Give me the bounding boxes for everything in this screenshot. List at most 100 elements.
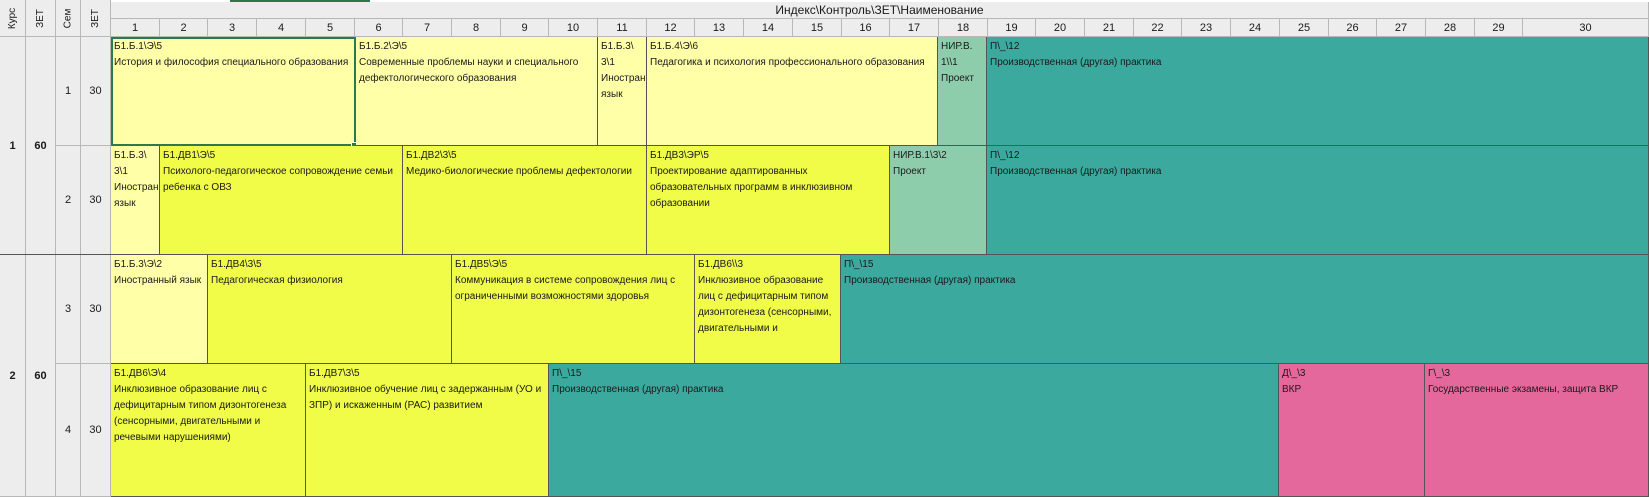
week-header-cell[interactable]: 28 [1426,19,1475,37]
discipline-block[interactable]: Б1.Б.1\Э\5 История и философия специальн… [111,37,356,146]
research-name: 1\\1 Проект [941,57,974,84]
semester-1-number: 1 [64,85,72,97]
week-header-cell[interactable]: 21 [1085,19,1134,37]
discipline-block[interactable]: Б1.ДВ3\ЭР\5 Проектирование адаптированны… [647,146,890,255]
discipline-code: Б1.Б.3\ [114,150,147,161]
discipline-name: Иностранный язык [114,275,202,286]
header-title[interactable]: Индекс\Контроль\ЗЕТ\Наименование [111,2,1649,19]
week-header-cell[interactable]: 14 [744,19,793,37]
week-header-cell[interactable]: 27 [1377,19,1426,37]
discipline-name: Психолого-педагогическое сопровождение с… [163,166,396,193]
week-header-cell[interactable]: 4 [257,19,306,37]
semester-4-zet[interactable]: 30 [81,364,111,497]
practice-block[interactable]: П\_\12 Производственная (другая) практик… [987,146,1649,255]
week-header-cell[interactable]: 12 [647,19,695,37]
header-zet-sem[interactable]: ЗЕТ [81,0,111,37]
course-2-cell[interactable]: 2 [0,255,26,497]
research-code: НИР.В. [941,41,973,52]
week-header-cell[interactable]: 7 [403,19,452,37]
discipline-name: 3\1 Иностранный язык [601,57,646,100]
discipline-name: Коммуникация в системе сопровождения лиц… [455,275,678,302]
header-zet[interactable]: ЗЕТ [26,0,56,37]
discipline-name: Проектирование адаптированных образовате… [650,166,856,209]
semester-3-zet[interactable]: 30 [81,255,111,364]
week-header-cell[interactable]: 26 [1329,19,1377,37]
semester-2-zet-value: 30 [89,194,102,206]
week-header-cell[interactable]: 11 [598,19,647,37]
week-header-cell[interactable]: 18 [939,19,988,37]
header-zet-label: ЗЕТ [34,8,46,28]
week-header-cell[interactable]: 24 [1231,19,1280,37]
discipline-block[interactable]: Б1.ДВ1\Э\5 Психолого-педагогическое сопр… [160,146,403,255]
discipline-name: Медико-биологические проблемы дефектолог… [406,166,632,177]
discipline-name: Инклюзивное образование лиц с дефицитарн… [698,275,835,334]
week-header-cell[interactable]: 10 [549,19,598,37]
practice-block[interactable]: П\_\15 Производственная (другая) практик… [549,364,1279,497]
discipline-block[interactable]: Б1.Б.4\Э\6 Педагогика и психология профе… [647,37,938,146]
semester-1-cell[interactable]: 1 [56,37,81,146]
week-header-cell[interactable]: 25 [1280,19,1329,37]
discipline-code: Б1.ДВ6\Э\4 [114,368,167,379]
week-header-cell[interactable]: 20 [1036,19,1085,37]
week-header-cell[interactable]: 1 [111,19,160,37]
week-header-cell[interactable]: 15 [793,19,842,37]
header-sem[interactable]: Сем [56,0,81,37]
week-header-cell[interactable]: 13 [695,19,744,37]
discipline-code: Б1.ДВ4\3\5 [211,259,262,270]
course-2-zet[interactable]: 60 [26,255,56,497]
discipline-code: Б1.ДВ1\Э\5 [163,150,216,161]
course-1-zet[interactable]: 60 [26,37,56,255]
discipline-block[interactable]: Б1.Б.3\ 3\1 Иностранный язык [111,146,160,255]
week-header-cell[interactable]: 16 [842,19,890,37]
discipline-code: Б1.Б.1\Э\5 [114,41,163,52]
header-title-label: Индекс\Контроль\ЗЕТ\Наименование [775,3,984,17]
state-exam-block[interactable]: Г\_\3 Государственные экзамены, защита В… [1425,364,1649,497]
semester-1-zet[interactable]: 30 [81,37,111,146]
practice-block[interactable]: П\_\15 Производственная (другая) практик… [841,255,1649,364]
thesis-name: ВКР [1282,384,1302,395]
week-header-cell[interactable]: 9 [501,19,549,37]
course-1-number: 1 [9,139,16,152]
week-header-cell[interactable]: 8 [452,19,501,37]
discipline-name: Педагогическая физиология [211,275,343,286]
week-header-cell[interactable]: 19 [988,19,1036,37]
semester-2-zet[interactable]: 30 [81,146,111,255]
week-header-cell[interactable]: 30 [1523,19,1649,37]
practice-block[interactable]: П\_\12 Производственная (другая) практик… [987,37,1649,146]
discipline-block[interactable]: Б1.ДВ4\3\5 Педагогическая физиология [208,255,452,364]
discipline-block[interactable]: Б1.Б.2\Э\5 Современные проблемы науки и … [356,37,598,146]
discipline-code: Б1.Б.3\ [601,41,634,52]
week-header-cell[interactable]: 6 [355,19,403,37]
semester-2-number: 2 [64,194,72,206]
discipline-block[interactable]: Б1.ДВ2\3\5 Медико-биологические проблемы… [403,146,647,255]
week-header-cell[interactable]: 29 [1475,19,1523,37]
week-header-cell[interactable]: 22 [1134,19,1182,37]
header-kurs[interactable]: Курс [0,0,26,37]
discipline-block[interactable]: Б1.ДВ6\Э\4 Инклюзивное образование лиц с… [111,364,306,497]
discipline-name: История и философия специального образов… [114,57,349,68]
discipline-block[interactable]: Б1.ДВ7\3\5 Инклюзивное обучение лиц с за… [306,364,549,497]
discipline-block[interactable]: Б1.ДВ6\\3 Инклюзивное образование лиц с … [695,255,841,364]
practice-code: П\_\15 [844,259,874,270]
research-block[interactable]: НИР.В. 1\\1 Проект [938,37,987,146]
discipline-block[interactable]: Б1.ДВ5\Э\5 Коммуникация в системе сопров… [452,255,695,364]
week-header-cell[interactable]: 23 [1182,19,1231,37]
semester-1-zet-value: 30 [89,85,102,97]
semester-4-cell[interactable]: 4 [56,364,81,497]
course-1-cell[interactable]: 1 [0,37,26,255]
semester-4-number: 4 [64,424,72,436]
discipline-code: Б1.ДВ6\\3 [698,259,744,270]
semester-3-cell[interactable]: 3 [56,255,81,364]
discipline-code: Б1.ДВ7\3\5 [309,368,360,379]
week-header-cell[interactable]: 5 [306,19,355,37]
week-header-cell[interactable]: 2 [160,19,208,37]
week-header-cell[interactable]: 17 [890,19,939,37]
research-block[interactable]: НИР.В.1\3\2 Проект [890,146,987,255]
discipline-block[interactable]: Б1.Б.3\Э\2 Иностранный язык [111,255,208,364]
discipline-block[interactable]: Б1.Б.3\ 3\1 Иностранный язык [598,37,647,146]
semester-2-cell[interactable]: 2 [56,146,81,255]
week-header-cell[interactable]: 3 [208,19,257,37]
discipline-name: Педагогика и психология профессиональног… [650,57,925,68]
thesis-block[interactable]: Д\_\3 ВКР [1279,364,1425,497]
discipline-name: 3\1 Иностранный язык [114,166,159,209]
